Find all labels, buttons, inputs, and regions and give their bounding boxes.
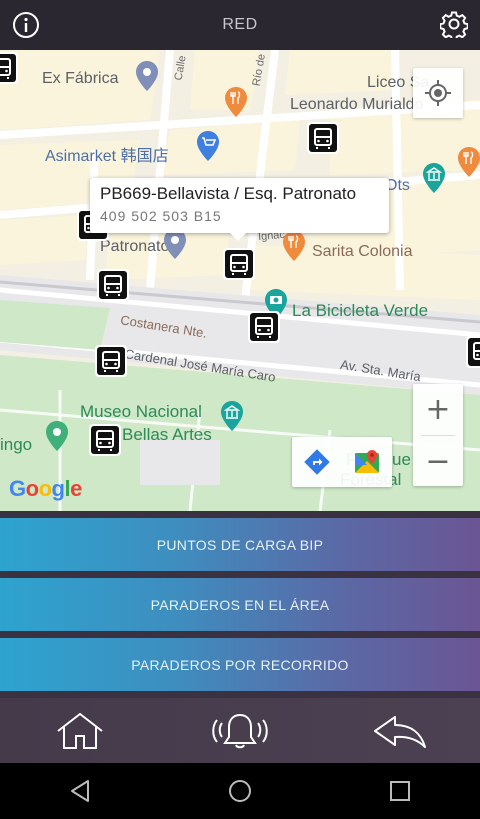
bottom-nav (0, 698, 480, 763)
restaurant-icon[interactable] (281, 230, 307, 262)
system-back-button[interactable] (50, 771, 110, 811)
system-nav-bar (0, 763, 480, 819)
restaurant-icon[interactable] (223, 86, 249, 118)
map-base (0, 50, 480, 511)
map-label: ue (392, 450, 411, 469)
home-button[interactable] (40, 706, 120, 756)
restaurant-icon[interactable] (456, 146, 480, 178)
map-label: La Bicicleta Verde (292, 301, 429, 320)
bus-stop-icon[interactable] (97, 269, 129, 301)
stop-info-window[interactable]: PB669-Bellavista / Esq. Patronato 409 50… (90, 178, 389, 241)
system-recents-button[interactable] (370, 771, 430, 811)
open-in-maps-button[interactable] (342, 437, 392, 487)
map-label: Museo Nacional (80, 402, 202, 421)
app-title: RED (222, 16, 258, 33)
maps-toolbar (292, 437, 392, 487)
back-button[interactable] (360, 706, 440, 756)
museum-icon[interactable] (219, 400, 245, 432)
square-recents-icon (390, 781, 410, 801)
stops-by-route-button[interactable]: PARADEROS POR RECORRIDO (0, 638, 480, 691)
map-label: ingo (0, 435, 33, 454)
gear-icon[interactable] (439, 10, 469, 41)
poi-pin-icon[interactable] (134, 60, 160, 92)
shopping-cart-icon[interactable] (195, 130, 221, 162)
system-home-button[interactable] (210, 771, 270, 811)
back-arrow-icon (374, 715, 426, 748)
bus-stop-icon[interactable] (0, 52, 18, 84)
alert-button[interactable] (200, 706, 280, 756)
stop-info-routes: 409 502 503 B15 (100, 208, 222, 224)
triangle-back-icon (71, 780, 89, 802)
bus-stop-icon[interactable] (307, 122, 339, 154)
crosshair-icon (425, 80, 451, 106)
info-icon[interactable] (12, 11, 40, 39)
museum-icon[interactable] (421, 162, 447, 194)
bus-stop-selected-icon[interactable] (223, 248, 255, 280)
home-icon (57, 712, 103, 749)
stops-in-area-button[interactable]: PARADEROS EN EL ÁREA (0, 578, 480, 631)
bus-stop-icon[interactable] (95, 345, 127, 377)
map-label: Sarita Colonia (312, 243, 413, 260)
bip-recharge-points-button[interactable]: PUNTOS DE CARGA BIP (0, 518, 480, 571)
bus-stop-icon[interactable] (248, 311, 280, 343)
map-view[interactable]: Ex Fábrica Asimarket 韩国店 Liceo Sa Leonar… (0, 50, 480, 511)
google-logo: Google (9, 476, 82, 502)
map-label: Asimarket 韩国店 (45, 148, 169, 165)
my-location-button[interactable] (413, 68, 463, 118)
map-label: Patronato (100, 238, 170, 255)
bottom-panel: PUNTOS DE CARGA BIP PARADEROS EN EL ÁREA… (0, 511, 480, 763)
google-maps-icon (355, 450, 379, 473)
app-header: RED (0, 0, 480, 50)
bus-stop-icon[interactable] (466, 336, 480, 368)
map-label: Ex Fábrica (42, 70, 119, 87)
google-logo-text: Google (9, 476, 82, 501)
map-label: Bellas Artes (122, 425, 212, 444)
zoom-out-button[interactable]: − (413, 436, 463, 487)
zoom-in-button[interactable]: + (413, 384, 463, 435)
bell-alert-icon (212, 713, 268, 748)
bus-stop-icon[interactable] (89, 424, 121, 456)
poi-pin-icon[interactable] (44, 420, 70, 452)
circle-home-icon (229, 780, 251, 802)
zoom-controls: + − (413, 384, 463, 486)
map-label: Leonardo Murialdo (290, 96, 424, 113)
directions-button[interactable] (292, 437, 342, 487)
directions-icon (304, 449, 330, 475)
info-window-pointer (230, 233, 246, 241)
stop-info-title: PB669-Bellavista / Esq. Patronato (100, 184, 357, 203)
